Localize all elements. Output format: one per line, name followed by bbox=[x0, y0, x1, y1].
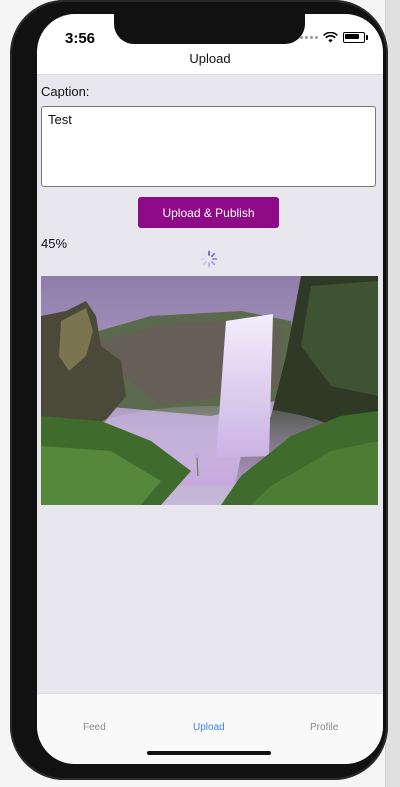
home-indicator[interactable] bbox=[147, 751, 271, 755]
upload-content: Caption: Test Upload & Publish 45% bbox=[37, 75, 383, 694]
signal-icon bbox=[300, 36, 318, 39]
app-screen: 3:56 Upload Caption: Test Upload & Publi… bbox=[37, 14, 383, 764]
status-time: 3:56 bbox=[65, 30, 96, 47]
tab-bar: Feed Upload Profile bbox=[37, 693, 383, 764]
caption-label: Caption: bbox=[41, 84, 90, 99]
wifi-icon bbox=[323, 32, 338, 43]
status-icons bbox=[300, 32, 368, 43]
upload-publish-button[interactable]: Upload & Publish bbox=[138, 197, 279, 228]
upload-progress-text: 45% bbox=[41, 236, 68, 251]
waterfall-photo bbox=[41, 276, 378, 505]
tab-upload[interactable]: Upload bbox=[193, 722, 225, 733]
page-title: Upload bbox=[189, 51, 231, 66]
spinner-icon bbox=[200, 250, 218, 268]
tab-profile[interactable]: Profile bbox=[310, 722, 338, 733]
caption-input[interactable]: Test bbox=[41, 106, 376, 187]
battery-icon bbox=[343, 32, 368, 43]
device-notch bbox=[114, 14, 305, 44]
iphone-frame: 3:56 Upload Caption: Test Upload & Publi… bbox=[10, 0, 388, 780]
tab-feed[interactable]: Feed bbox=[83, 722, 106, 733]
